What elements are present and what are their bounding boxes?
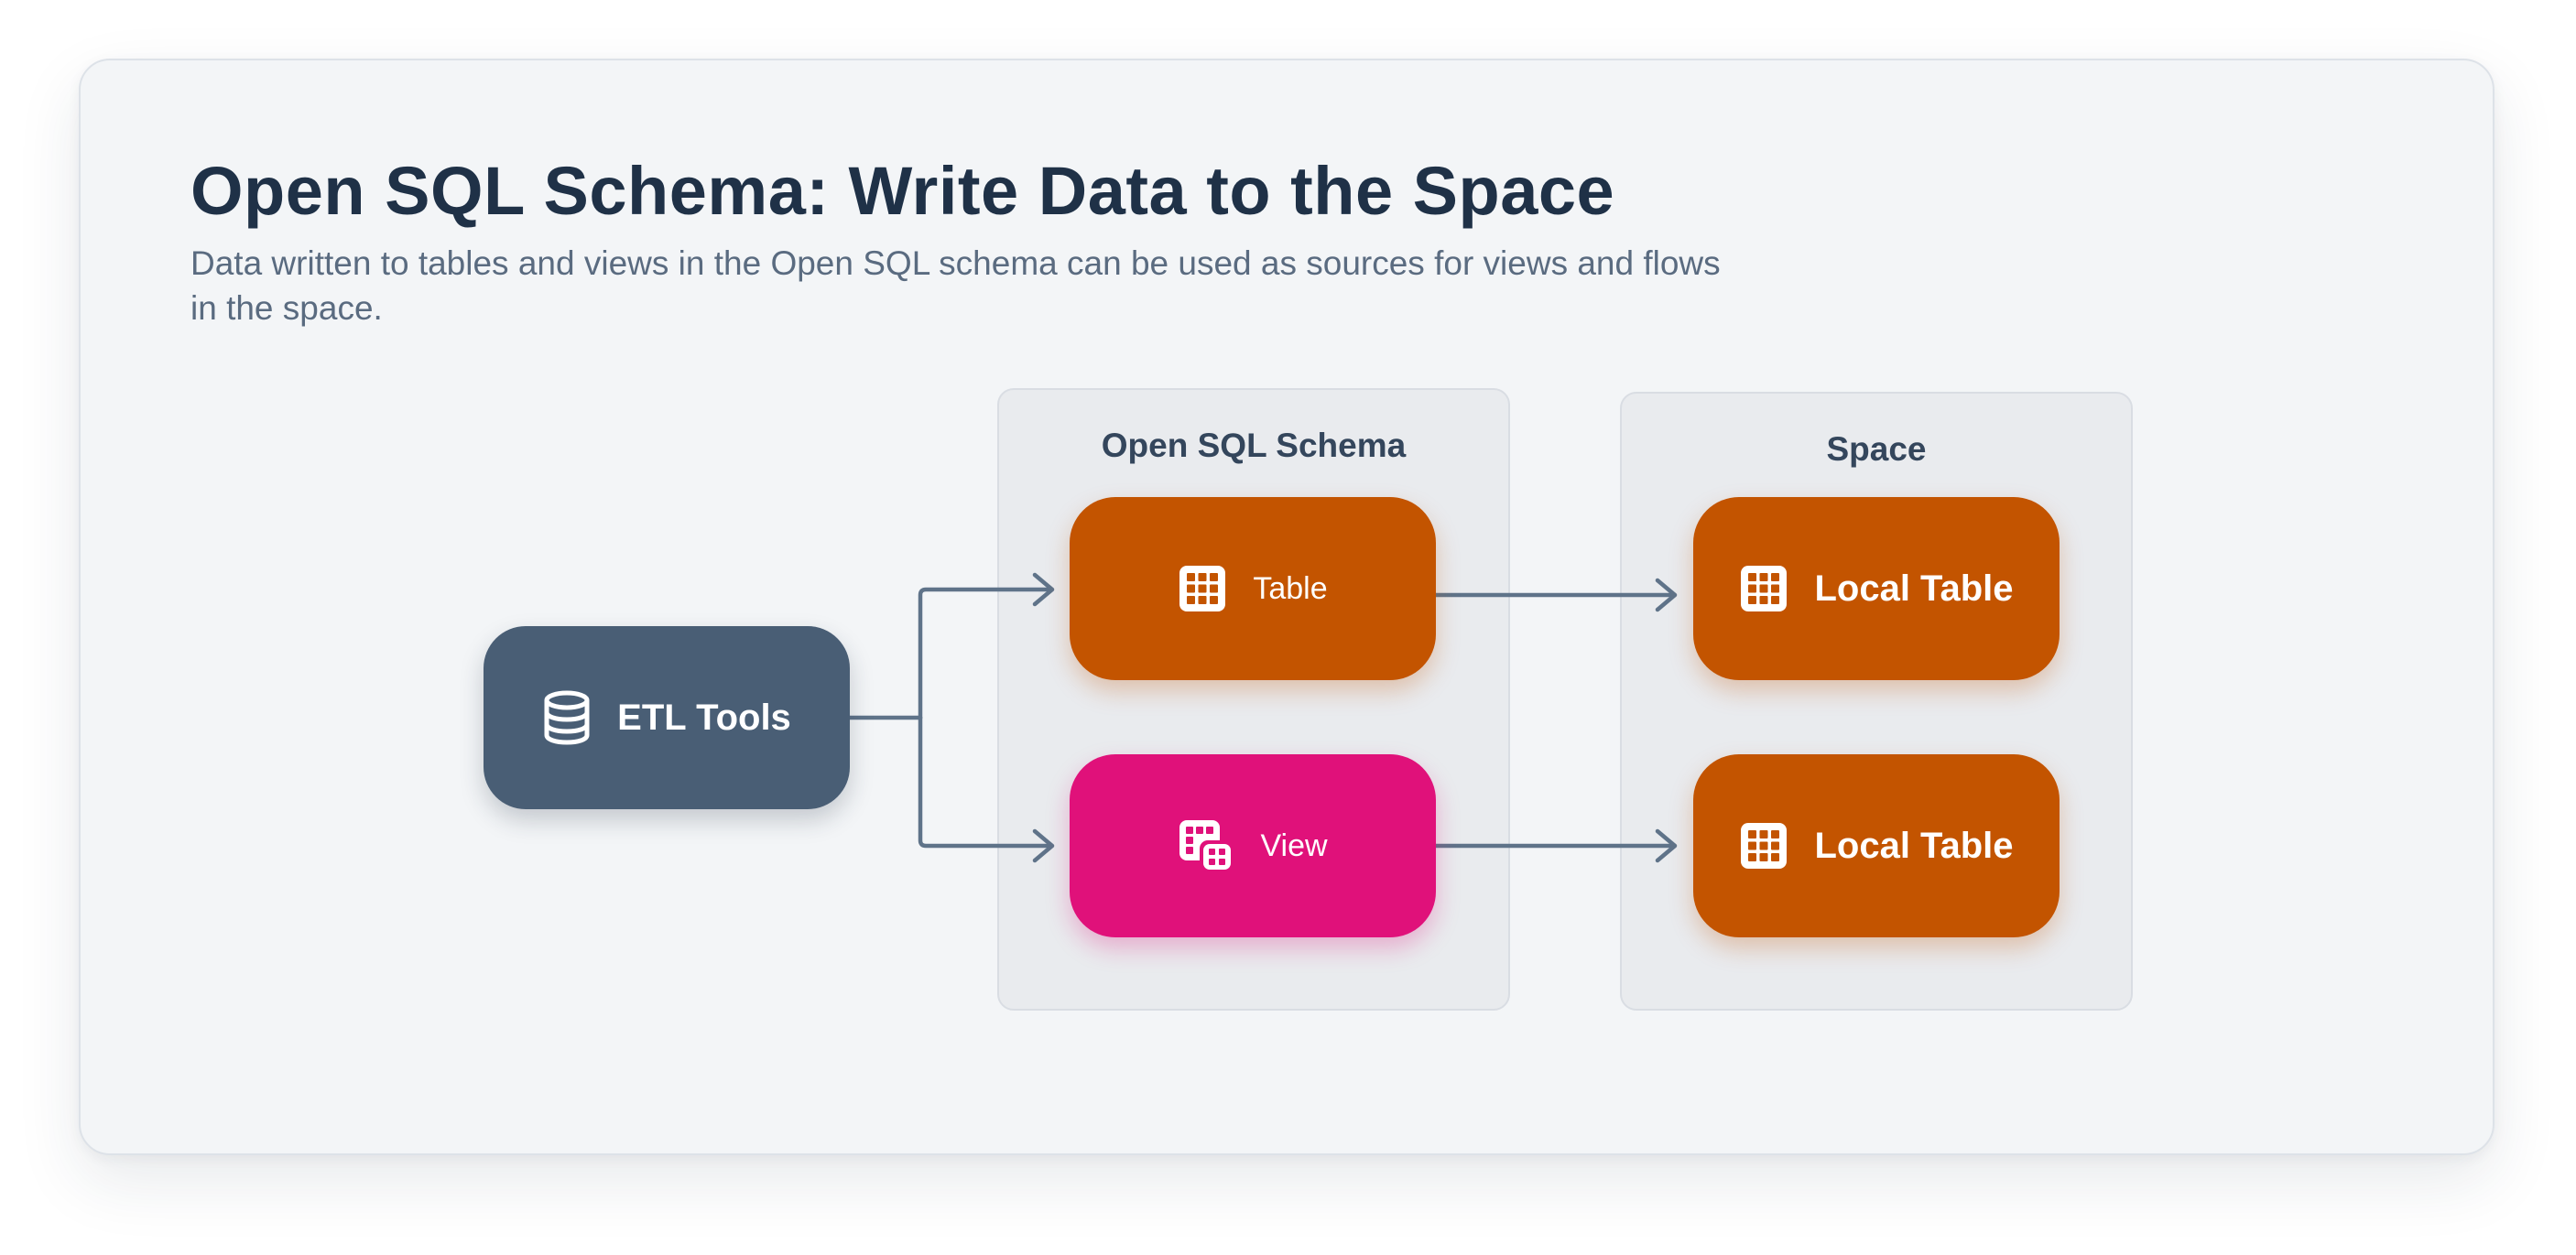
- node-label-etl-tools: ETL Tools: [617, 697, 791, 738]
- node-label-local-table-1: Local Table: [1814, 568, 2014, 609]
- node-table[interactable]: Table: [1070, 497, 1436, 680]
- table-grid-icon: [1178, 564, 1227, 613]
- table-grid-icon: [1739, 564, 1788, 613]
- page-title: Open SQL Schema: Write Data to the Space: [190, 153, 1615, 229]
- node-local-table-1[interactable]: Local Table: [1693, 497, 2060, 680]
- node-view[interactable]: View: [1070, 754, 1436, 937]
- node-label-table: Table: [1253, 570, 1328, 606]
- page-subtitle: Data written to tables and views in the …: [190, 244, 1721, 327]
- view-icon: [1178, 818, 1234, 873]
- node-label-view: View: [1260, 828, 1328, 863]
- database-icon: [542, 690, 592, 745]
- node-etl-tools[interactable]: ETL Tools: [484, 626, 850, 809]
- group-label-open-sql-schema: Open SQL Schema: [1101, 427, 1407, 464]
- group-label-space: Space: [1826, 430, 1927, 468]
- table-grid-icon: [1739, 821, 1788, 871]
- node-local-table-2[interactable]: Local Table: [1693, 754, 2060, 937]
- node-label-local-table-2: Local Table: [1814, 825, 2014, 866]
